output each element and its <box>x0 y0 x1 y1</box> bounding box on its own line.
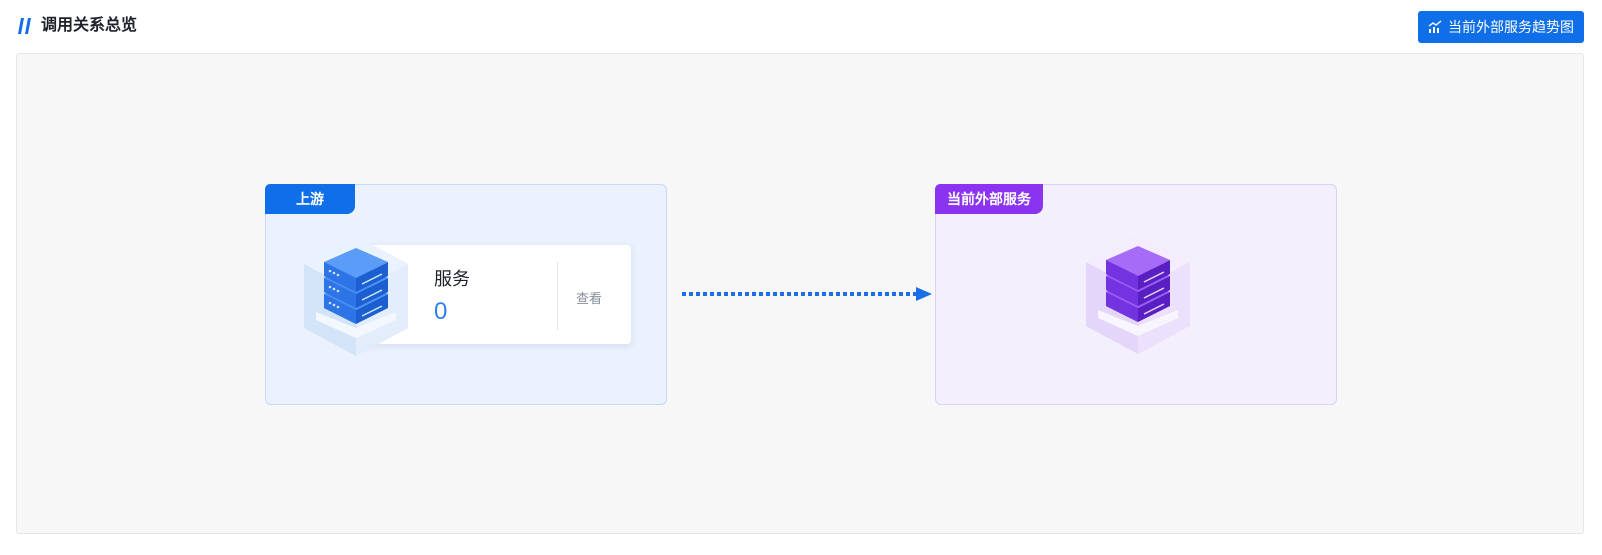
view-link[interactable]: 查看 <box>576 288 602 307</box>
trend-chart-button[interactable]: 当前外部服务趋势图 <box>1418 11 1584 43</box>
current-server-icon <box>1086 234 1190 354</box>
current-service-tag: 当前外部服务 <box>935 184 1043 214</box>
chart-trend-icon <box>1428 20 1442 33</box>
upstream-tag: 上游 <box>265 184 355 214</box>
trend-chart-button-label: 当前外部服务趋势图 <box>1448 19 1574 35</box>
flow-arrow-icon <box>682 287 932 301</box>
service-count: 0 <box>434 298 448 325</box>
service-label: 服务 <box>434 269 470 289</box>
upstream-server-icon <box>304 236 408 356</box>
upstream-panel: 上游 服务 0 查看 <box>265 184 667 405</box>
current-service-panel: 当前外部服务 <box>935 184 1337 405</box>
title-mark-icon <box>18 18 31 34</box>
page-title: 调用关系总览 <box>41 17 138 34</box>
card-divider <box>557 262 558 330</box>
